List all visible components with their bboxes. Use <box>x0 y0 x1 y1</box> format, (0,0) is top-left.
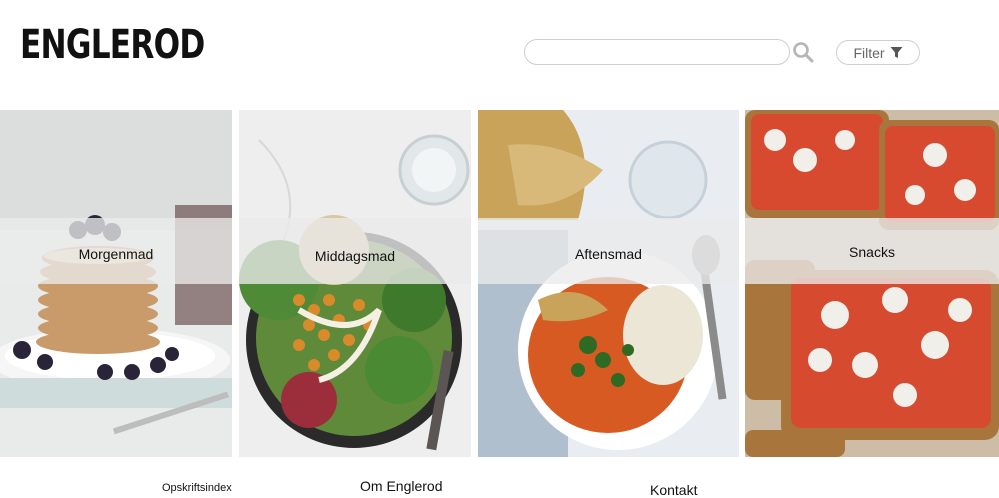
tile-label: Middagsmad <box>314 248 396 264</box>
search-icon <box>793 42 814 63</box>
filter-funnel-icon <box>890 47 903 58</box>
category-tile-snacks[interactable]: Snacks <box>745 110 999 457</box>
filter-label: Filter <box>853 44 885 61</box>
site-logo[interactable]: ENGLEROD <box>20 22 205 68</box>
footer-link-about[interactable]: Om Englerod <box>360 478 442 494</box>
search-input[interactable] <box>524 39 790 65</box>
category-tile-morgenmad[interactable]: Morgenmad <box>0 110 232 457</box>
filter-button[interactable]: Filter <box>836 40 920 65</box>
search-button[interactable] <box>792 41 814 63</box>
category-tile-middagsmad[interactable]: Middagsmad <box>239 110 471 457</box>
footer-link-contact[interactable]: Kontakt <box>650 482 697 498</box>
category-tile-aftensmad[interactable]: Aftensmad <box>478 110 739 457</box>
tile-label: Aftensmad <box>575 246 642 262</box>
tile-label: Morgenmad <box>78 246 154 262</box>
footer-link-recipe-index[interactable]: Opskriftsindex <box>162 482 232 494</box>
tile-label: Snacks <box>849 244 895 260</box>
